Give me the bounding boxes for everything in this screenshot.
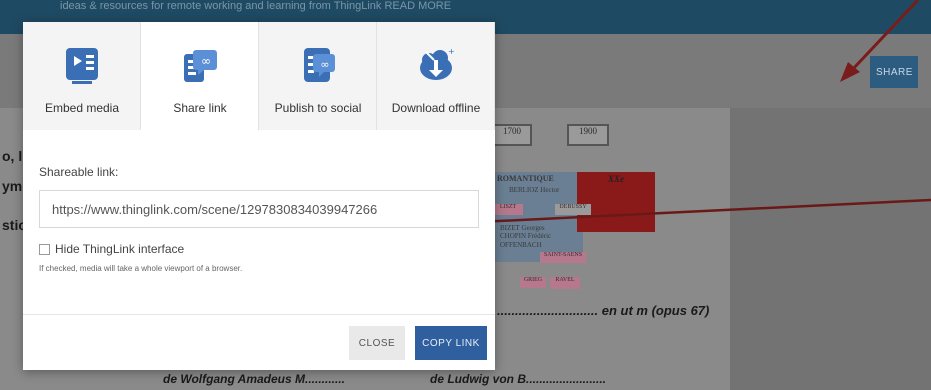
shareable-link-field[interactable]: [39, 190, 479, 228]
shareable-link-label: Shareable link:: [39, 165, 119, 179]
copy-link-button[interactable]: COPY LINK: [415, 326, 487, 360]
svg-text:∞: ∞: [201, 54, 211, 68]
hide-interface-label[interactable]: Hide ThingLink interface: [55, 242, 184, 256]
svg-text:∞: ∞: [320, 58, 329, 71]
close-button[interactable]: CLOSE: [349, 326, 405, 360]
hide-interface-hint: If checked, media will take a whole view…: [39, 264, 243, 273]
tab-embed-media[interactable]: Embed media: [23, 22, 141, 130]
tab-publish-social-label: Publish to social: [274, 101, 362, 115]
download-offline-icon: +: [420, 47, 454, 80]
tab-embed-media-label: Embed media: [44, 101, 120, 115]
tab-download-offline[interactable]: + Download offline: [377, 22, 495, 130]
svg-text:+: +: [448, 47, 454, 56]
tab-share-link-label: Share link: [173, 101, 227, 115]
share-link-icon: ∞: [184, 50, 217, 82]
publish-social-icon: ∞: [304, 48, 335, 82]
hide-interface-checkbox[interactable]: [39, 244, 50, 255]
share-link-panel: Shareable link: Hide ThingLink interface…: [23, 130, 495, 370]
tab-download-offline-label: Download offline: [391, 101, 481, 115]
share-modal: Embed media ∞ Share link ∞ Publish to so…: [23, 22, 495, 370]
arrow-to-share: [850, 0, 920, 72]
modal-footer-divider: [23, 314, 495, 315]
tab-publish-social[interactable]: ∞ Publish to social: [259, 22, 377, 130]
share-tabs: Embed media ∞ Share link ∞ Publish to so…: [23, 22, 495, 130]
tab-share-link[interactable]: ∞ Share link: [141, 22, 259, 130]
embed-media-icon: [66, 48, 98, 84]
